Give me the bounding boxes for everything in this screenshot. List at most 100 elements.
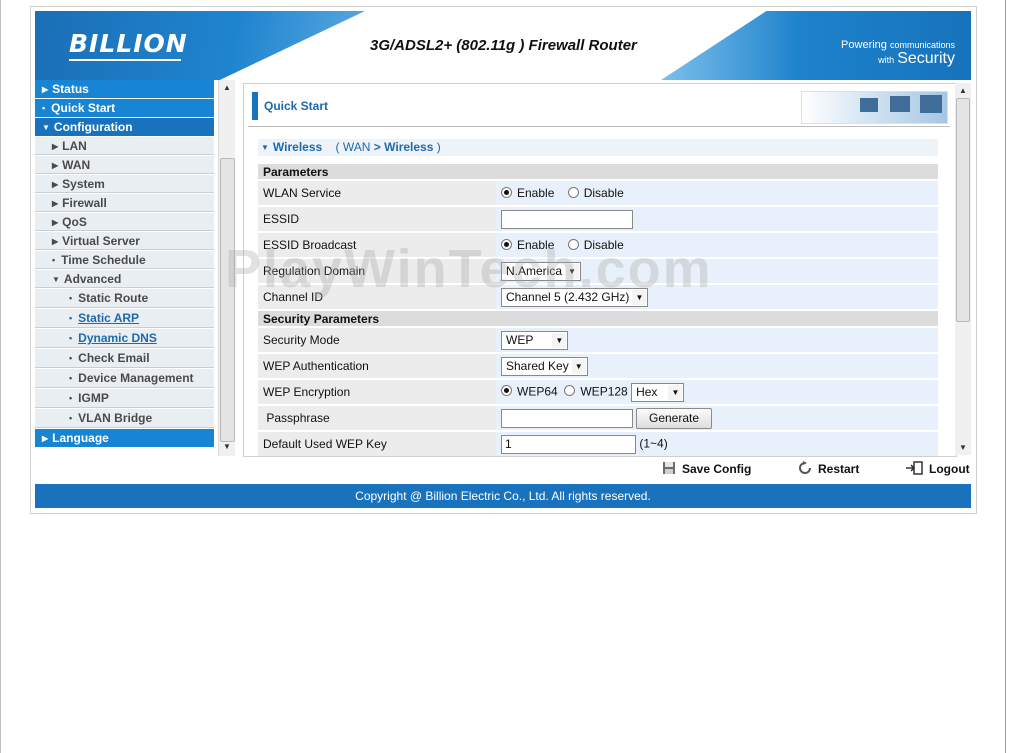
action-bar: Save Config Restart Logout <box>660 461 972 479</box>
nav-static-route[interactable]: • Static Route <box>35 289 214 308</box>
caret-right-icon: ▶ <box>52 180 59 189</box>
bullet-icon: • <box>69 313 73 323</box>
breadcrumb-close: ) <box>436 140 441 154</box>
bullet-icon: • <box>52 255 56 265</box>
radio-label: Disable <box>583 238 624 252</box>
window-border-left <box>0 0 1 753</box>
logout-button[interactable]: Logout <box>905 461 970 476</box>
passphrase-label: Passphrase <box>266 411 330 425</box>
caret-down-icon: ▼ <box>42 123 50 132</box>
nav-status[interactable]: ▶ Status <box>35 80 214 98</box>
action-label: Save Config <box>682 462 752 476</box>
restart-button[interactable]: Restart <box>798 461 859 476</box>
scroll-up-icon[interactable]: ▲ <box>223 83 231 92</box>
tagline-security: Security <box>897 50 955 67</box>
nav-firewall[interactable]: ▶ Firewall <box>35 194 214 212</box>
wlan-enable-radio[interactable] <box>501 187 512 198</box>
row-default-key: Default Used WEP Key 1 (1~4) <box>258 432 938 456</box>
caret-right-icon: ▶ <box>52 142 59 151</box>
select-value: Channel 5 (2.432 GHz) <box>506 289 630 304</box>
nav-wan[interactable]: ▶ WAN <box>35 156 214 174</box>
nav-system[interactable]: ▶ System <box>35 175 214 193</box>
breadcrumb-wireless[interactable]: Wireless <box>384 140 433 154</box>
wep64-radio[interactable] <box>501 385 512 397</box>
caret-right-icon: ▶ <box>52 161 59 170</box>
action-label: Restart <box>818 462 860 476</box>
bullet-icon: • <box>69 293 73 303</box>
key-format-select[interactable]: Hex ▼ <box>631 382 685 402</box>
header-banner: BILLION 3G/ADSL2+ (802.11g ) Firewall Ro… <box>35 11 971 80</box>
select-value: N.America <box>506 263 563 278</box>
radio-label: Enable <box>517 238 555 252</box>
nav-static-arp[interactable]: • Static ARP <box>35 309 214 328</box>
main-scrollbar[interactable]: ▲ ▼ <box>955 83 971 455</box>
nav-time-schedule[interactable]: • Time Schedule <box>35 251 214 269</box>
scroll-down-icon[interactable]: ▼ <box>959 443 967 452</box>
security-mode-select[interactable]: WEP ▼ <box>501 330 569 350</box>
select-value: Hex <box>636 384 658 399</box>
nav-igmp[interactable]: • IGMP <box>35 389 214 408</box>
radio-label: Disable <box>583 186 624 200</box>
channel-id-select[interactable]: Channel 5 (2.432 GHz) ▼ <box>501 287 649 307</box>
key-hint: (1~4) <box>639 436 668 451</box>
nav-language[interactable]: ▶ Language <box>35 429 214 447</box>
select-value: Shared Key <box>506 358 569 373</box>
section-name: Wireless <box>272 140 323 154</box>
nav-check-email[interactable]: • Check Email <box>35 349 214 368</box>
chevron-down-icon: ▼ <box>565 263 580 279</box>
nav-quick-start[interactable]: • Quick Start <box>35 99 214 117</box>
row-wep-authentication: WEP Authentication Shared Key ▼ <box>258 354 938 378</box>
caret-right-icon: ▶ <box>52 199 59 208</box>
wep128-radio[interactable] <box>564 385 576 397</box>
field-label: WEP Authentication <box>258 354 496 378</box>
window-border-right <box>1005 0 1006 753</box>
caret-right-icon: ▶ <box>42 434 49 443</box>
nav-lan[interactable]: ▶ LAN <box>35 137 214 155</box>
regulation-domain-select[interactable]: N.America ▼ <box>501 261 582 281</box>
caret-down-icon: ▼ <box>52 275 60 284</box>
tagline: Powering communications with Security <box>841 39 955 67</box>
nav-label: Dynamic DNS <box>78 331 157 345</box>
nav-label: Static Route <box>78 291 149 305</box>
generate-button[interactable]: Generate <box>636 407 713 429</box>
nav-qos[interactable]: ▶ QoS <box>35 213 214 231</box>
nav-device-management[interactable]: • Device Management <box>35 369 214 388</box>
sidebar-scroll-thumb[interactable] <box>220 158 235 442</box>
nav-label: LAN <box>62 139 87 153</box>
row-passphrase: Passphrase Generate <box>258 406 938 430</box>
nav-label: IGMP <box>78 391 109 405</box>
broadcast-enable-radio[interactable] <box>501 239 512 250</box>
nav-vlan-bridge[interactable]: • VLAN Bridge <box>35 409 214 428</box>
breadcrumb-wan[interactable]: WAN <box>343 140 371 154</box>
title-divider <box>248 126 950 127</box>
parameters-header: Parameters <box>258 164 938 179</box>
bullet-icon: • <box>69 333 73 343</box>
scroll-down-icon[interactable]: ▼ <box>223 442 231 451</box>
wep-auth-select[interactable]: Shared Key ▼ <box>501 356 588 376</box>
default-key-input[interactable]: 1 <box>501 434 636 454</box>
nav-advanced[interactable]: ▼ Advanced <box>35 270 214 288</box>
field-label: WEP Encryption <box>258 380 496 404</box>
caret-right-icon: ▶ <box>52 218 59 227</box>
nav-configuration[interactable]: ▼ Configuration <box>35 118 214 136</box>
nav-label: Check Email <box>78 351 150 365</box>
main-scroll-thumb[interactable] <box>956 98 970 322</box>
save-config-button[interactable]: Save Config <box>662 461 751 476</box>
wlan-disable-radio[interactable] <box>567 187 579 198</box>
action-label: Logout <box>929 462 970 476</box>
nav-label: Time Schedule <box>61 253 146 267</box>
chevron-down-icon: ▼ <box>632 289 647 305</box>
essid-input[interactable] <box>501 209 633 229</box>
sidebar-scrollbar[interactable]: ▲ ▼ <box>218 80 235 456</box>
billion-logo: BILLION <box>69 29 188 58</box>
broadcast-disable-radio[interactable] <box>567 239 579 250</box>
nav-virtual-server[interactable]: ▶ Virtual Server <box>35 232 214 250</box>
passphrase-input[interactable] <box>501 408 633 428</box>
scroll-up-icon[interactable]: ▲ <box>959 86 967 95</box>
field-label: Default Used WEP Key <box>258 432 496 456</box>
logo-underline <box>69 59 181 61</box>
row-essid: ESSID <box>258 207 938 231</box>
radio-label: Enable <box>517 186 555 200</box>
nav-dynamic-dns[interactable]: • Dynamic DNS <box>35 329 214 348</box>
nav-label: QoS <box>62 215 87 229</box>
